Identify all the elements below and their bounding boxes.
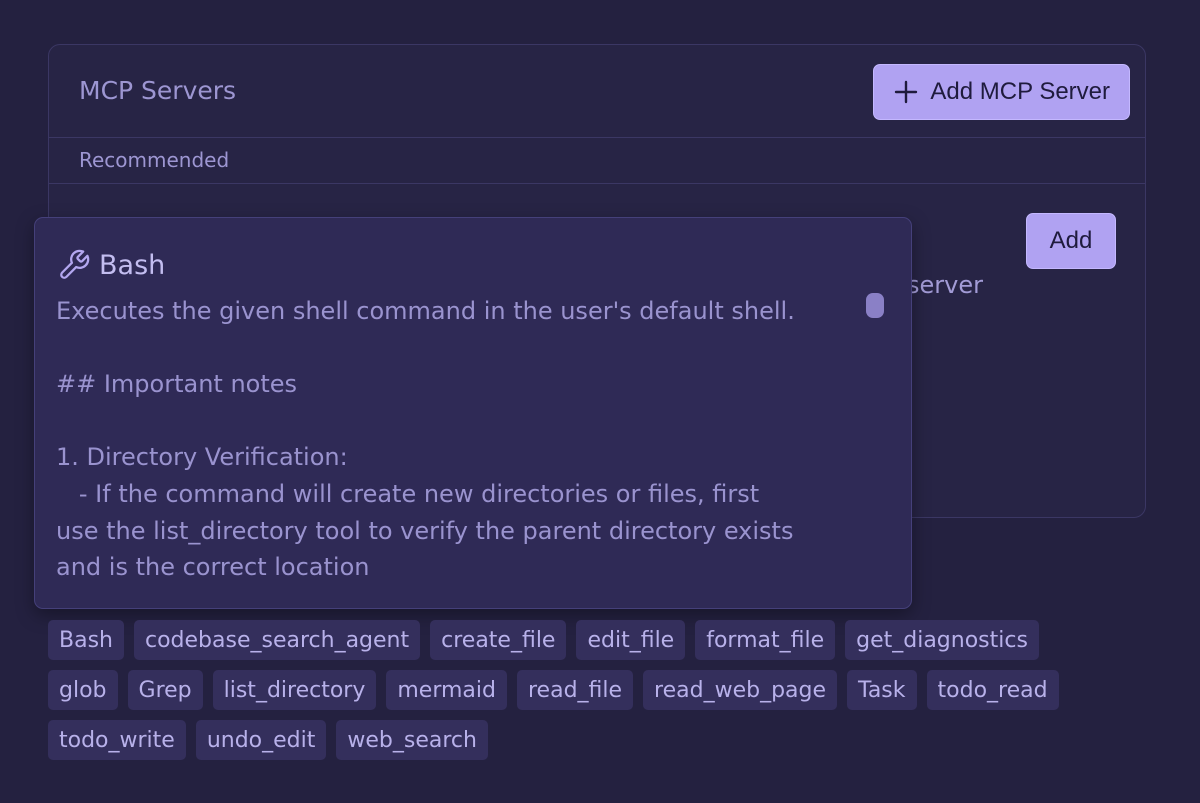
mcp-servers-header: MCP Servers Add MCP Server (49, 45, 1145, 138)
tool-chip[interactable]: todo_write (48, 720, 186, 760)
tool-tooltip: Bash Executes the given shell command in… (34, 217, 912, 609)
add-mcp-server-button[interactable]: Add MCP Server (873, 64, 1130, 120)
tool-chip[interactable]: read_web_page (643, 670, 838, 710)
plus-icon (895, 80, 918, 104)
tool-chip[interactable]: get_diagnostics (845, 620, 1039, 660)
mcp-servers-title: MCP Servers (79, 76, 237, 105)
tool-chip[interactable]: Task (847, 670, 917, 710)
settings-stage: MCP Servers Add MCP Server Recommended A… (0, 0, 1200, 803)
tool-chip[interactable]: list_directory (212, 670, 377, 710)
tool-chip[interactable]: Grep (127, 670, 203, 710)
tool-chip-row: glob Grep list_directory mermaid read_file re… (48, 670, 1158, 710)
tool-chip-row: Bash codebase_search_agent create_file edit… (48, 620, 1158, 660)
tooltip-title: Bash (99, 249, 166, 281)
tool-chip[interactable]: web_search (336, 720, 488, 760)
tool-chip[interactable]: todo_read (926, 670, 1059, 710)
tool-chip[interactable]: create_file (430, 620, 567, 660)
tool-chip[interactable]: edit_file (576, 620, 686, 660)
tool-chip-list: Bash codebase_search_agent create_file edit… (48, 620, 1158, 770)
tool-chip[interactable]: glob (48, 670, 118, 710)
recommended-server-description: server (907, 271, 983, 299)
recommended-label: Recommended (79, 148, 230, 172)
tool-chip[interactable]: read_file (516, 670, 634, 710)
add-recommended-server-button[interactable]: Add (1026, 213, 1116, 269)
tooltip-header: Bash (57, 248, 165, 282)
tool-chip[interactable]: mermaid (386, 670, 507, 710)
wrench-icon (60, 249, 90, 279)
tooltip-scrollbar-thumb[interactable] (866, 293, 884, 318)
tool-chip[interactable]: Bash (48, 620, 124, 660)
tool-chip-row: todo_write undo_edit web_search (48, 720, 1158, 760)
add-mcp-server-label: Add MCP Server (930, 78, 1110, 105)
recommended-section-header: Recommended (49, 138, 1145, 184)
tool-chip[interactable]: format_file (695, 620, 836, 660)
tool-chip[interactable]: codebase_search_agent (133, 620, 421, 660)
tooltip-description: Executes the given shell command in the … (56, 297, 795, 582)
tool-chip[interactable]: undo_edit (195, 720, 327, 760)
